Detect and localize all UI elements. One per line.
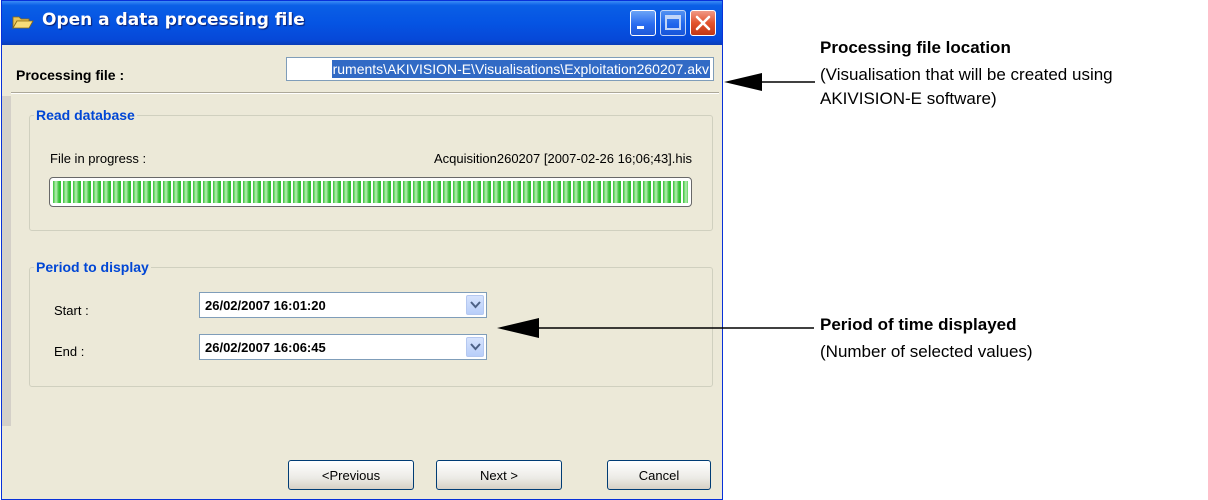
maximize-button[interactable]: [660, 10, 686, 36]
file-location-annotation-desc-2: AKIVISION-E software): [820, 89, 997, 108]
previous-button[interactable]: <Previous: [288, 460, 414, 490]
end-datetime-value: 26/02/2007 16:06:45: [205, 340, 326, 355]
processing-file-input[interactable]: ruments\AKIVISION-E\Visualisations\Explo…: [286, 57, 714, 81]
period-legend: Period to display: [36, 259, 149, 275]
file-location-arrow: [724, 73, 815, 91]
title-bar[interactable]: Open a data processing file: [2, 1, 722, 45]
file-location-annotation-desc-1: (Visualisation that will be created usin…: [820, 65, 1113, 84]
read-database-group: Read database: [29, 107, 713, 231]
minimize-icon: [637, 26, 644, 29]
period-annotation-desc: (Number of selected values): [820, 342, 1033, 361]
read-database-legend: Read database: [36, 107, 135, 123]
folder-open-icon: [12, 16, 34, 30]
minimize-button[interactable]: [630, 10, 656, 36]
close-button[interactable]: [690, 10, 716, 36]
period-annotation-title: Period of time displayed: [820, 315, 1017, 334]
file-in-progress-label: File in progress :: [50, 151, 147, 166]
end-datetime-select[interactable]: 26/02/2007 16:06:45: [199, 334, 487, 360]
start-datetime-value: 26/02/2007 16:01:20: [205, 298, 326, 313]
end-dropdown-button[interactable]: [466, 337, 484, 357]
left-border: [2, 96, 11, 426]
header-separator: [11, 92, 719, 94]
maximize-icon: [665, 15, 681, 30]
progress-bar: [49, 177, 692, 207]
start-label: Start :: [54, 303, 89, 318]
processing-file-label: Processing file :: [16, 67, 125, 83]
progress-fill: [53, 181, 688, 203]
next-button[interactable]: Next >: [436, 460, 562, 490]
cancel-button[interactable]: Cancel: [607, 460, 711, 490]
window-title: Open a data processing file: [42, 10, 305, 30]
processing-file-value: ruments\AKIVISION-E\Visualisations\Explo…: [331, 60, 710, 78]
close-icon: [695, 15, 711, 31]
end-label: End :: [54, 344, 85, 359]
chevron-down-icon: [470, 301, 481, 309]
file-in-progress-value: Acquisition260207 [2007-02-26 16;06;43].…: [434, 151, 693, 166]
dialog-window: Open a data processing file Processing f…: [1, 0, 723, 500]
start-datetime-select[interactable]: 26/02/2007 16:01:20: [199, 292, 487, 318]
chevron-down-icon: [470, 343, 481, 351]
file-location-annotation-title: Processing file location: [820, 38, 1011, 57]
period-arrow: [497, 318, 814, 338]
start-dropdown-button[interactable]: [466, 295, 484, 315]
